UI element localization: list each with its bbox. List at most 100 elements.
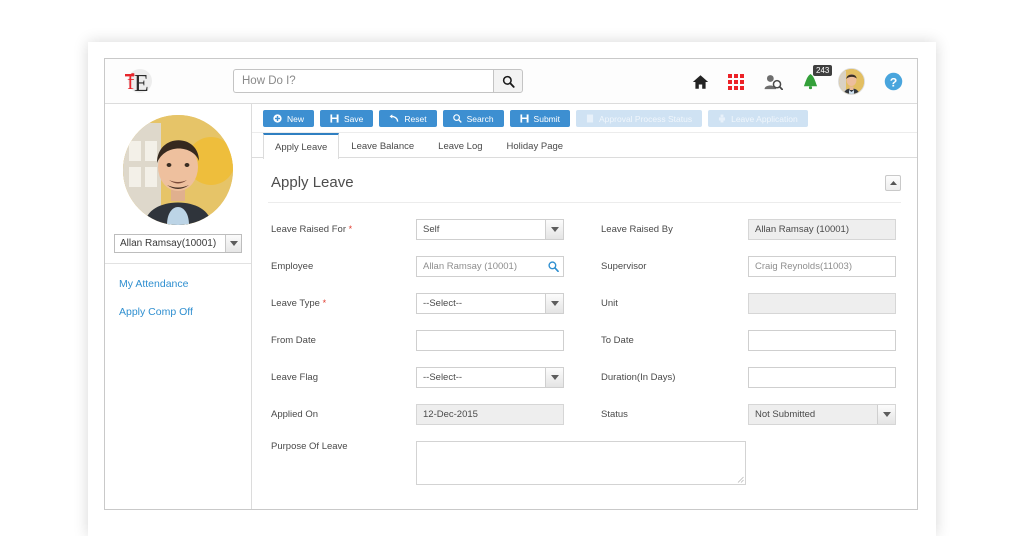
leave-flag-value: --Select-- (423, 372, 463, 383)
label-text: Leave Type (271, 298, 320, 309)
form-field-from-date: From Date (268, 330, 598, 351)
sidebar-links: My Attendance Apply Comp Off (105, 264, 251, 318)
panel-header: Apply Leave (268, 158, 901, 203)
supervisor-value: Craig Reynolds(11003) (755, 261, 852, 272)
chevron-down-icon[interactable] (225, 235, 241, 252)
submit-button[interactable]: Submit (509, 110, 571, 127)
label-duration: Duration(In Days) (601, 372, 676, 383)
user-avatar[interactable] (838, 68, 865, 95)
label-status: Status (601, 409, 628, 420)
search-input[interactable] (233, 69, 493, 93)
tab-bar: Apply Leave Leave Balance Leave Log Holi… (252, 133, 917, 159)
panel-collapse-button[interactable] (885, 174, 901, 191)
home-icon[interactable] (692, 74, 709, 90)
chevron-down-icon[interactable] (545, 294, 563, 313)
submit-disk-icon (519, 114, 529, 123)
purpose-of-leave-textarea[interactable] (416, 441, 746, 485)
form-field-leave-raised-by: Leave Raised By Allan Ramsay (10001) (598, 219, 898, 240)
apply-leave-form: Leave Raised For * Self Leave Raised By … (268, 203, 901, 485)
sidebar-link-my-attendance[interactable]: My Attendance (105, 278, 251, 290)
leave-flag-select[interactable]: --Select-- (416, 367, 564, 388)
employee-lookup-search-icon[interactable] (543, 261, 563, 272)
resize-handle-icon[interactable] (737, 476, 744, 483)
notification-count-badge: 243 (813, 64, 833, 76)
label-to-date: To Date (601, 335, 634, 346)
employee-input[interactable]: Allan Ramsay (10001) (416, 256, 564, 277)
tab-leave-balance[interactable]: Leave Balance (339, 133, 426, 158)
approval-process-status-label: Approval Process Status (599, 113, 693, 124)
app-grid-icon[interactable] (728, 73, 744, 90)
tab-holiday-page[interactable]: Holiday Page (495, 133, 576, 158)
tab-apply-leave-label: Apply Leave (275, 141, 328, 153)
submit-button-label: Submit (533, 113, 561, 124)
new-button[interactable]: New (263, 110, 315, 127)
fe-logo[interactable]: f E (119, 66, 161, 96)
search-icon (452, 114, 462, 123)
chevron-up-icon (889, 180, 897, 185)
approval-process-status-button[interactable]: Approval Process Status (576, 110, 703, 127)
leave-application-label: Leave Application (731, 113, 798, 124)
app-grid-dots (728, 73, 744, 90)
form-row: Applied On 12-Dec-2015 Status Not Submit… (268, 404, 901, 425)
chevron-down-icon[interactable] (545, 220, 563, 239)
required-marker: * (348, 224, 353, 234)
label-supervisor: Supervisor (601, 261, 647, 272)
label-leave-raised-by: Leave Raised By (601, 224, 673, 235)
header-icon-group: 243 ? (692, 59, 903, 104)
tab-apply-leave[interactable]: Apply Leave (263, 133, 340, 159)
from-date-input[interactable] (416, 330, 564, 351)
search-button[interactable]: Search (442, 110, 504, 127)
leave-raised-for-value: Self (423, 224, 440, 235)
label-purpose-of-leave: Purpose Of Leave (271, 441, 348, 452)
browser-panel: f E How Do I? 243 ? Allan Ramsay(10001) … (88, 42, 936, 536)
people-search-icon[interactable] (763, 74, 783, 90)
form-row: From Date To Date (268, 330, 901, 351)
label-leave-flag: Leave Flag (271, 372, 319, 383)
leave-raised-for-select[interactable]: Self (416, 219, 564, 240)
sidebar-link-apply-comp-off[interactable]: Apply Comp Off (105, 306, 251, 318)
new-button-label: New (287, 113, 305, 124)
form-field-status: Status Not Submitted (598, 404, 898, 425)
leave-type-select[interactable]: --Select-- (416, 293, 564, 314)
undo-arrow-icon (389, 114, 399, 123)
print-icon (718, 114, 726, 123)
tab-leave-log[interactable]: Leave Log (426, 133, 494, 158)
sidebar: Allan Ramsay(10001) My Attendance Apply … (105, 104, 252, 509)
unit-value-field (748, 293, 896, 314)
leave-raised-by-value: Allan Ramsay (10001) (755, 224, 849, 235)
status-select[interactable]: Not Submitted (748, 404, 896, 425)
tab-leave-balance-label: Leave Balance (351, 140, 415, 152)
label-unit: Unit (601, 298, 618, 309)
tab-holiday-page-label: Holiday Page (506, 140, 564, 152)
employee-selector-value: Allan Ramsay(10001) (120, 238, 217, 249)
application-window: f E How Do I? 243 ? Allan Ramsay(10001) … (104, 58, 918, 510)
duration-input[interactable] (748, 367, 896, 388)
supervisor-input[interactable]: Craig Reynolds(11003) (748, 256, 896, 277)
save-disk-icon (330, 114, 339, 123)
global-search (233, 69, 523, 93)
form-field-leave-type: Leave Type * --Select-- (268, 293, 598, 314)
notification-bell-icon[interactable]: 243 (802, 64, 833, 91)
label-leave-type: Leave Type * (268, 298, 416, 309)
app-header: f E How Do I? 243 ? (105, 59, 917, 104)
chevron-down-icon[interactable] (545, 368, 563, 387)
save-button[interactable]: Save (320, 110, 374, 127)
applied-on-value-field: 12-Dec-2015 (416, 404, 564, 425)
form-field-leave-flag: Leave Flag --Select-- (268, 367, 598, 388)
svg-text:E: E (134, 71, 149, 96)
form-field-leave-raised-for: Leave Raised For * Self (268, 219, 598, 240)
reset-button[interactable]: Reset (379, 110, 437, 127)
form-field-unit: Unit (598, 293, 898, 314)
form-field-employee: Employee Allan Ramsay (10001) (268, 256, 598, 277)
label-employee: Employee (271, 261, 314, 272)
main-content: New Save Reset Search Submit Approval Pr… (252, 104, 917, 509)
form-row: Leave Flag --Select-- Duration(In Days) (268, 367, 901, 388)
employee-selector[interactable]: Allan Ramsay(10001) (114, 234, 242, 253)
search-submit-button[interactable] (493, 69, 523, 93)
chevron-down-icon[interactable] (877, 405, 895, 424)
form-field-purpose-of-leave: Purpose Of Leave (268, 441, 901, 485)
to-date-input[interactable] (748, 330, 896, 351)
leave-application-button[interactable]: Leave Application (708, 110, 808, 127)
page-title: Apply Leave (271, 174, 354, 191)
help-icon[interactable]: ? (884, 72, 903, 91)
